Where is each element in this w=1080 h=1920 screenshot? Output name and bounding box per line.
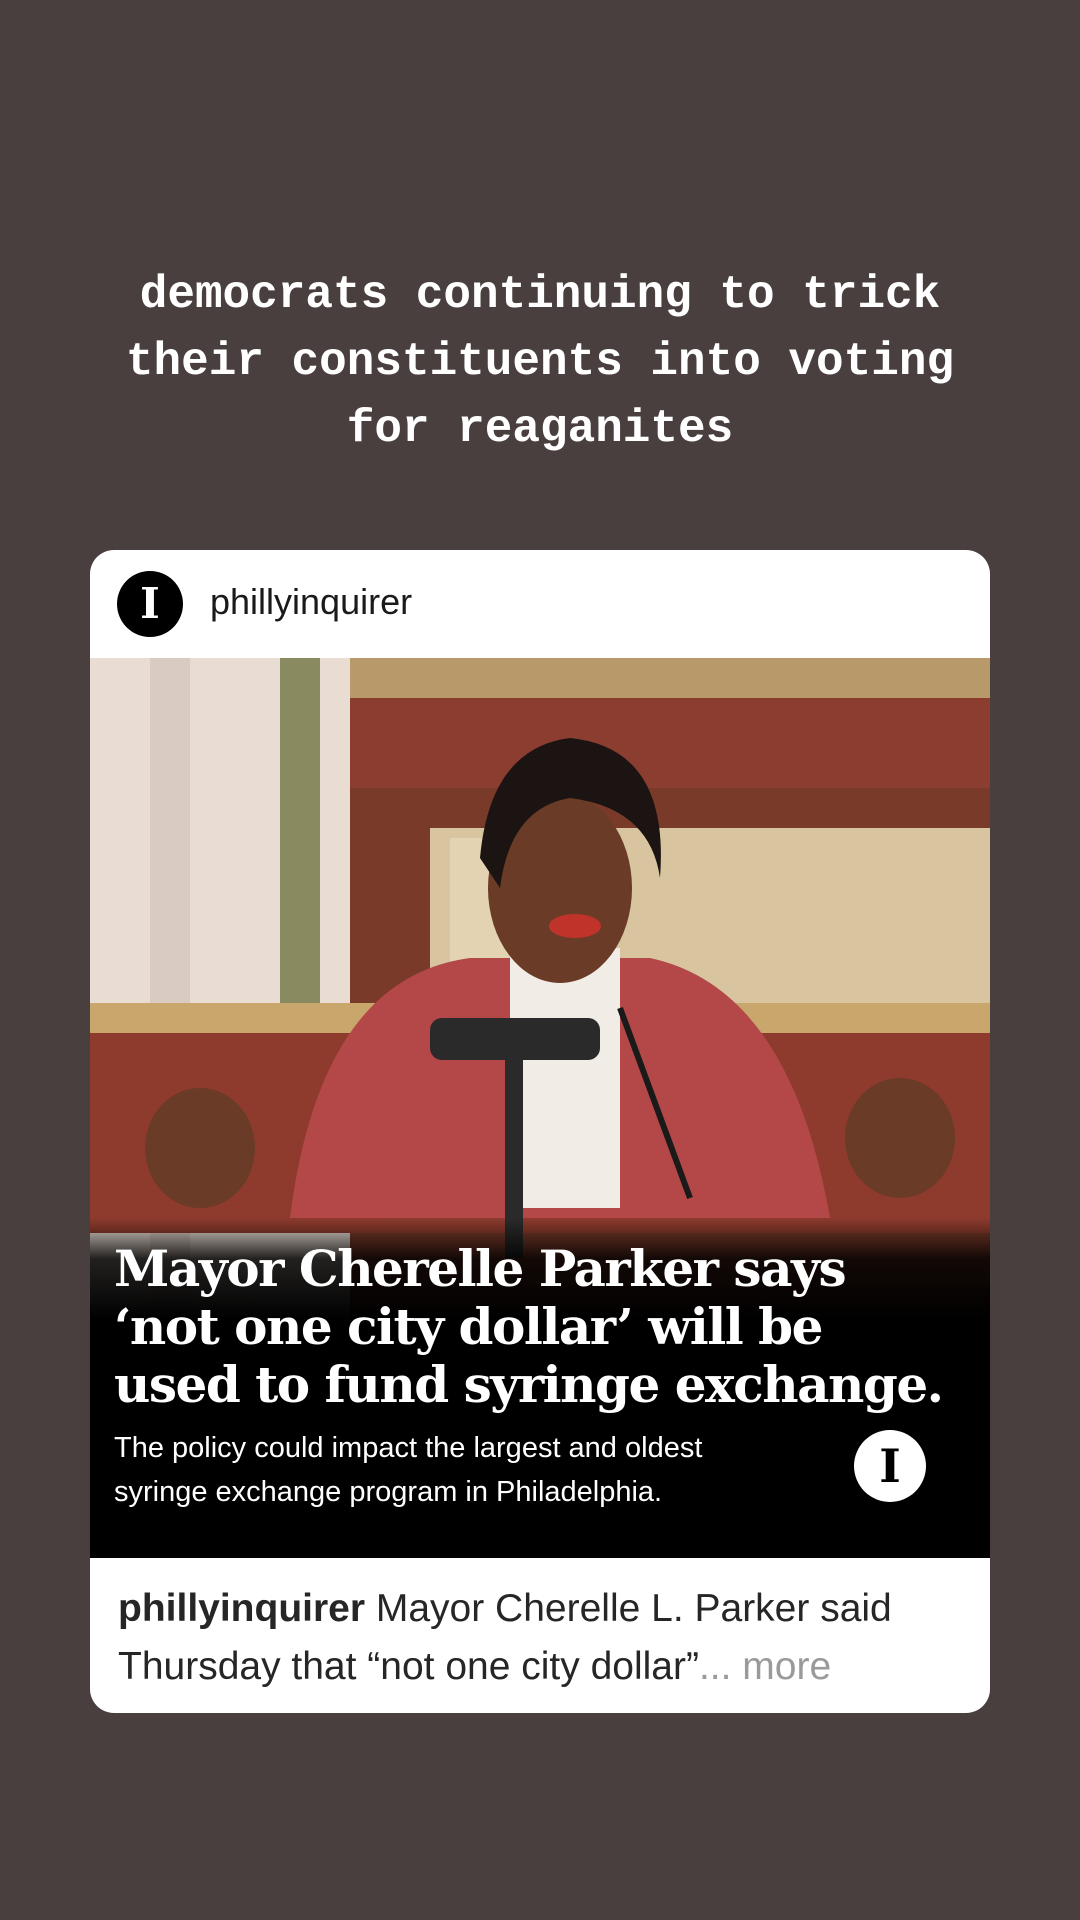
image-subhead: The policy could impact the largest and … xyxy=(114,1426,814,1514)
caption-line: phillyinquirer Mayor Cherelle L. Parker … xyxy=(118,1580,978,1638)
post-caption[interactable]: phillyinquirer Mayor Cherelle L. Parker … xyxy=(118,1580,978,1696)
story-caption-line: their constituents into voting xyxy=(125,336,955,388)
subhead-line: syringe exchange program in Philadelphia… xyxy=(114,1476,663,1508)
post-header[interactable]: I phillyinquirer xyxy=(90,550,990,658)
post-username[interactable]: phillyinquirer xyxy=(210,580,412,624)
caption-ellipsis: ... xyxy=(698,1645,732,1688)
story-caption: democrats continuing to trick their cons… xyxy=(40,262,1040,463)
story-caption-line: democrats continuing to trick xyxy=(139,269,941,321)
subhead-line: The policy could impact the largest and … xyxy=(114,1432,703,1464)
image-headline: Mayor Cherelle Parker says ‘not one city… xyxy=(114,1239,944,1414)
shared-post-card[interactable]: I phillyinquirer Mayor Cherelle Parker s… xyxy=(90,550,990,1713)
headline-line: ‘not one city dollar’ will be xyxy=(114,1297,823,1356)
caption-text: Mayor Cherelle L. Parker said xyxy=(365,1587,892,1630)
caption-text: Thursday that “not one city dollar” xyxy=(118,1645,699,1688)
headline-line: used to fund syringe exchange. xyxy=(114,1355,944,1414)
caption-line: Thursday that “not one city dollar”... m… xyxy=(118,1638,978,1696)
inquirer-logo-icon[interactable]: I xyxy=(117,571,183,637)
more-link[interactable]: more xyxy=(731,1645,831,1688)
story-caption-line: for reaganites xyxy=(346,403,734,455)
inquirer-logo-icon: I xyxy=(854,1430,926,1502)
post-image[interactable]: Mayor Cherelle Parker says ‘not one city… xyxy=(90,658,990,1558)
caption-username[interactable]: phillyinquirer xyxy=(118,1587,365,1630)
headline-line: Mayor Cherelle Parker says xyxy=(114,1239,847,1298)
